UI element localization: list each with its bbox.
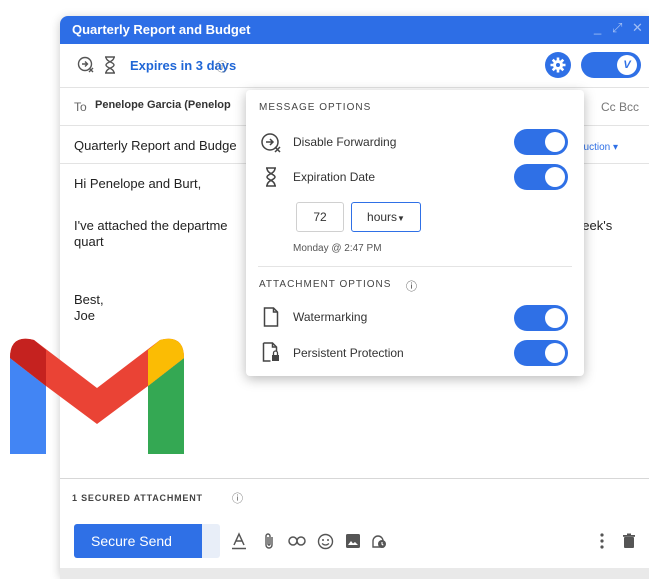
settings-button[interactable]: [545, 52, 571, 78]
secure-mode-toggle[interactable]: V: [581, 52, 641, 78]
expiration-unit-select[interactable]: hours▼: [351, 202, 421, 232]
persistent-protection-label: Persistent Protection: [293, 346, 404, 360]
compose-bottom-bar: Secure Send: [60, 524, 649, 560]
close-icon[interactable]: ✕: [632, 20, 643, 36]
hourglass-icon[interactable]: [100, 55, 120, 75]
introduction-dropdown[interactable]: duction ▾: [578, 142, 618, 153]
secure-options-popup: MESSAGE OPTIONS Disable Forwarding Expir…: [246, 90, 584, 376]
window-title: Quarterly Report and Budget: [72, 22, 251, 37]
body-signature: Joe: [74, 308, 95, 323]
to-label: To: [74, 100, 87, 114]
minimize-icon[interactable]: _: [594, 20, 601, 35]
watermarking-label: Watermarking: [293, 310, 368, 324]
attach-icon[interactable]: [260, 532, 278, 550]
expiration-datetime: Monday @ 2:47 PM: [293, 243, 382, 254]
link-icon[interactable]: [288, 532, 306, 550]
info-icon[interactable]: ⓘ: [216, 58, 228, 75]
disable-forwarding-label: Disable Forwarding: [293, 135, 397, 149]
screen: Quarterly Report and Budget _ ⤢ ✕ Expire…: [0, 0, 649, 579]
toggle-knob: [545, 167, 565, 187]
confidential-mode-icon[interactable]: [370, 532, 388, 550]
disable-forwarding-icon: [260, 132, 282, 154]
window-shadow-strip: [60, 568, 649, 579]
body-closing: Best,: [74, 292, 104, 307]
expiration-unit-value: hours: [367, 210, 398, 224]
watermarking-toggle[interactable]: [514, 305, 568, 331]
popup-divider: [258, 266, 572, 267]
disable-forwarding-toggle[interactable]: [514, 129, 568, 155]
subject-field[interactable]: Quarterly Report and Budge: [74, 138, 237, 153]
toggle-knob: [545, 132, 565, 152]
expand-icon[interactable]: ⤢: [612, 20, 622, 36]
more-options-icon[interactable]: [593, 532, 611, 550]
cc-bcc-link[interactable]: Cc Bcc: [601, 100, 639, 114]
attachment-bar: 1 SECURED ATTACHMENT ⓘ: [60, 478, 649, 505]
gmail-logo: [10, 338, 184, 454]
toggle-knob: [545, 308, 565, 328]
secured-attachment-label[interactable]: 1 SECURED ATTACHMENT: [72, 493, 203, 503]
body-greeting: Hi Penelope and Burt,: [74, 176, 202, 191]
recipient-chip[interactable]: Penelope Garcia (Penelop: [95, 99, 231, 111]
expiration-date-label: Expiration Date: [293, 170, 376, 184]
title-bar: Quarterly Report and Budget _ ⤢ ✕: [60, 16, 649, 44]
message-options-header: MESSAGE OPTIONS: [259, 102, 372, 113]
disable-forwarding-icon[interactable]: [76, 55, 96, 75]
emoji-icon[interactable]: [316, 532, 334, 550]
trash-icon[interactable]: [620, 532, 638, 550]
persistent-protection-toggle[interactable]: [514, 340, 568, 366]
chevron-down-icon: ▼: [397, 214, 405, 223]
watermark-file-icon: [260, 306, 282, 328]
gear-icon: [550, 57, 566, 73]
secure-send-button[interactable]: Secure Send: [74, 524, 202, 558]
protected-file-icon: [260, 341, 282, 363]
send-options-button[interactable]: [202, 524, 220, 558]
attachment-options-info-icon[interactable]: ⓘ: [406, 278, 417, 294]
image-icon[interactable]: [344, 532, 362, 550]
text-format-icon[interactable]: [230, 532, 248, 550]
expiration-amount-input[interactable]: 72: [296, 202, 344, 232]
hourglass-icon: [260, 166, 282, 188]
expiration-date-toggle[interactable]: [514, 164, 568, 190]
attachment-options-header: ATTACHMENT OPTIONS: [259, 279, 392, 290]
toggle-knob: V: [617, 55, 637, 75]
toggle-knob: [545, 343, 565, 363]
secure-toolbar: Expires in 3 days ⓘ V: [60, 44, 649, 88]
attachment-info-icon[interactable]: ⓘ: [232, 490, 243, 506]
